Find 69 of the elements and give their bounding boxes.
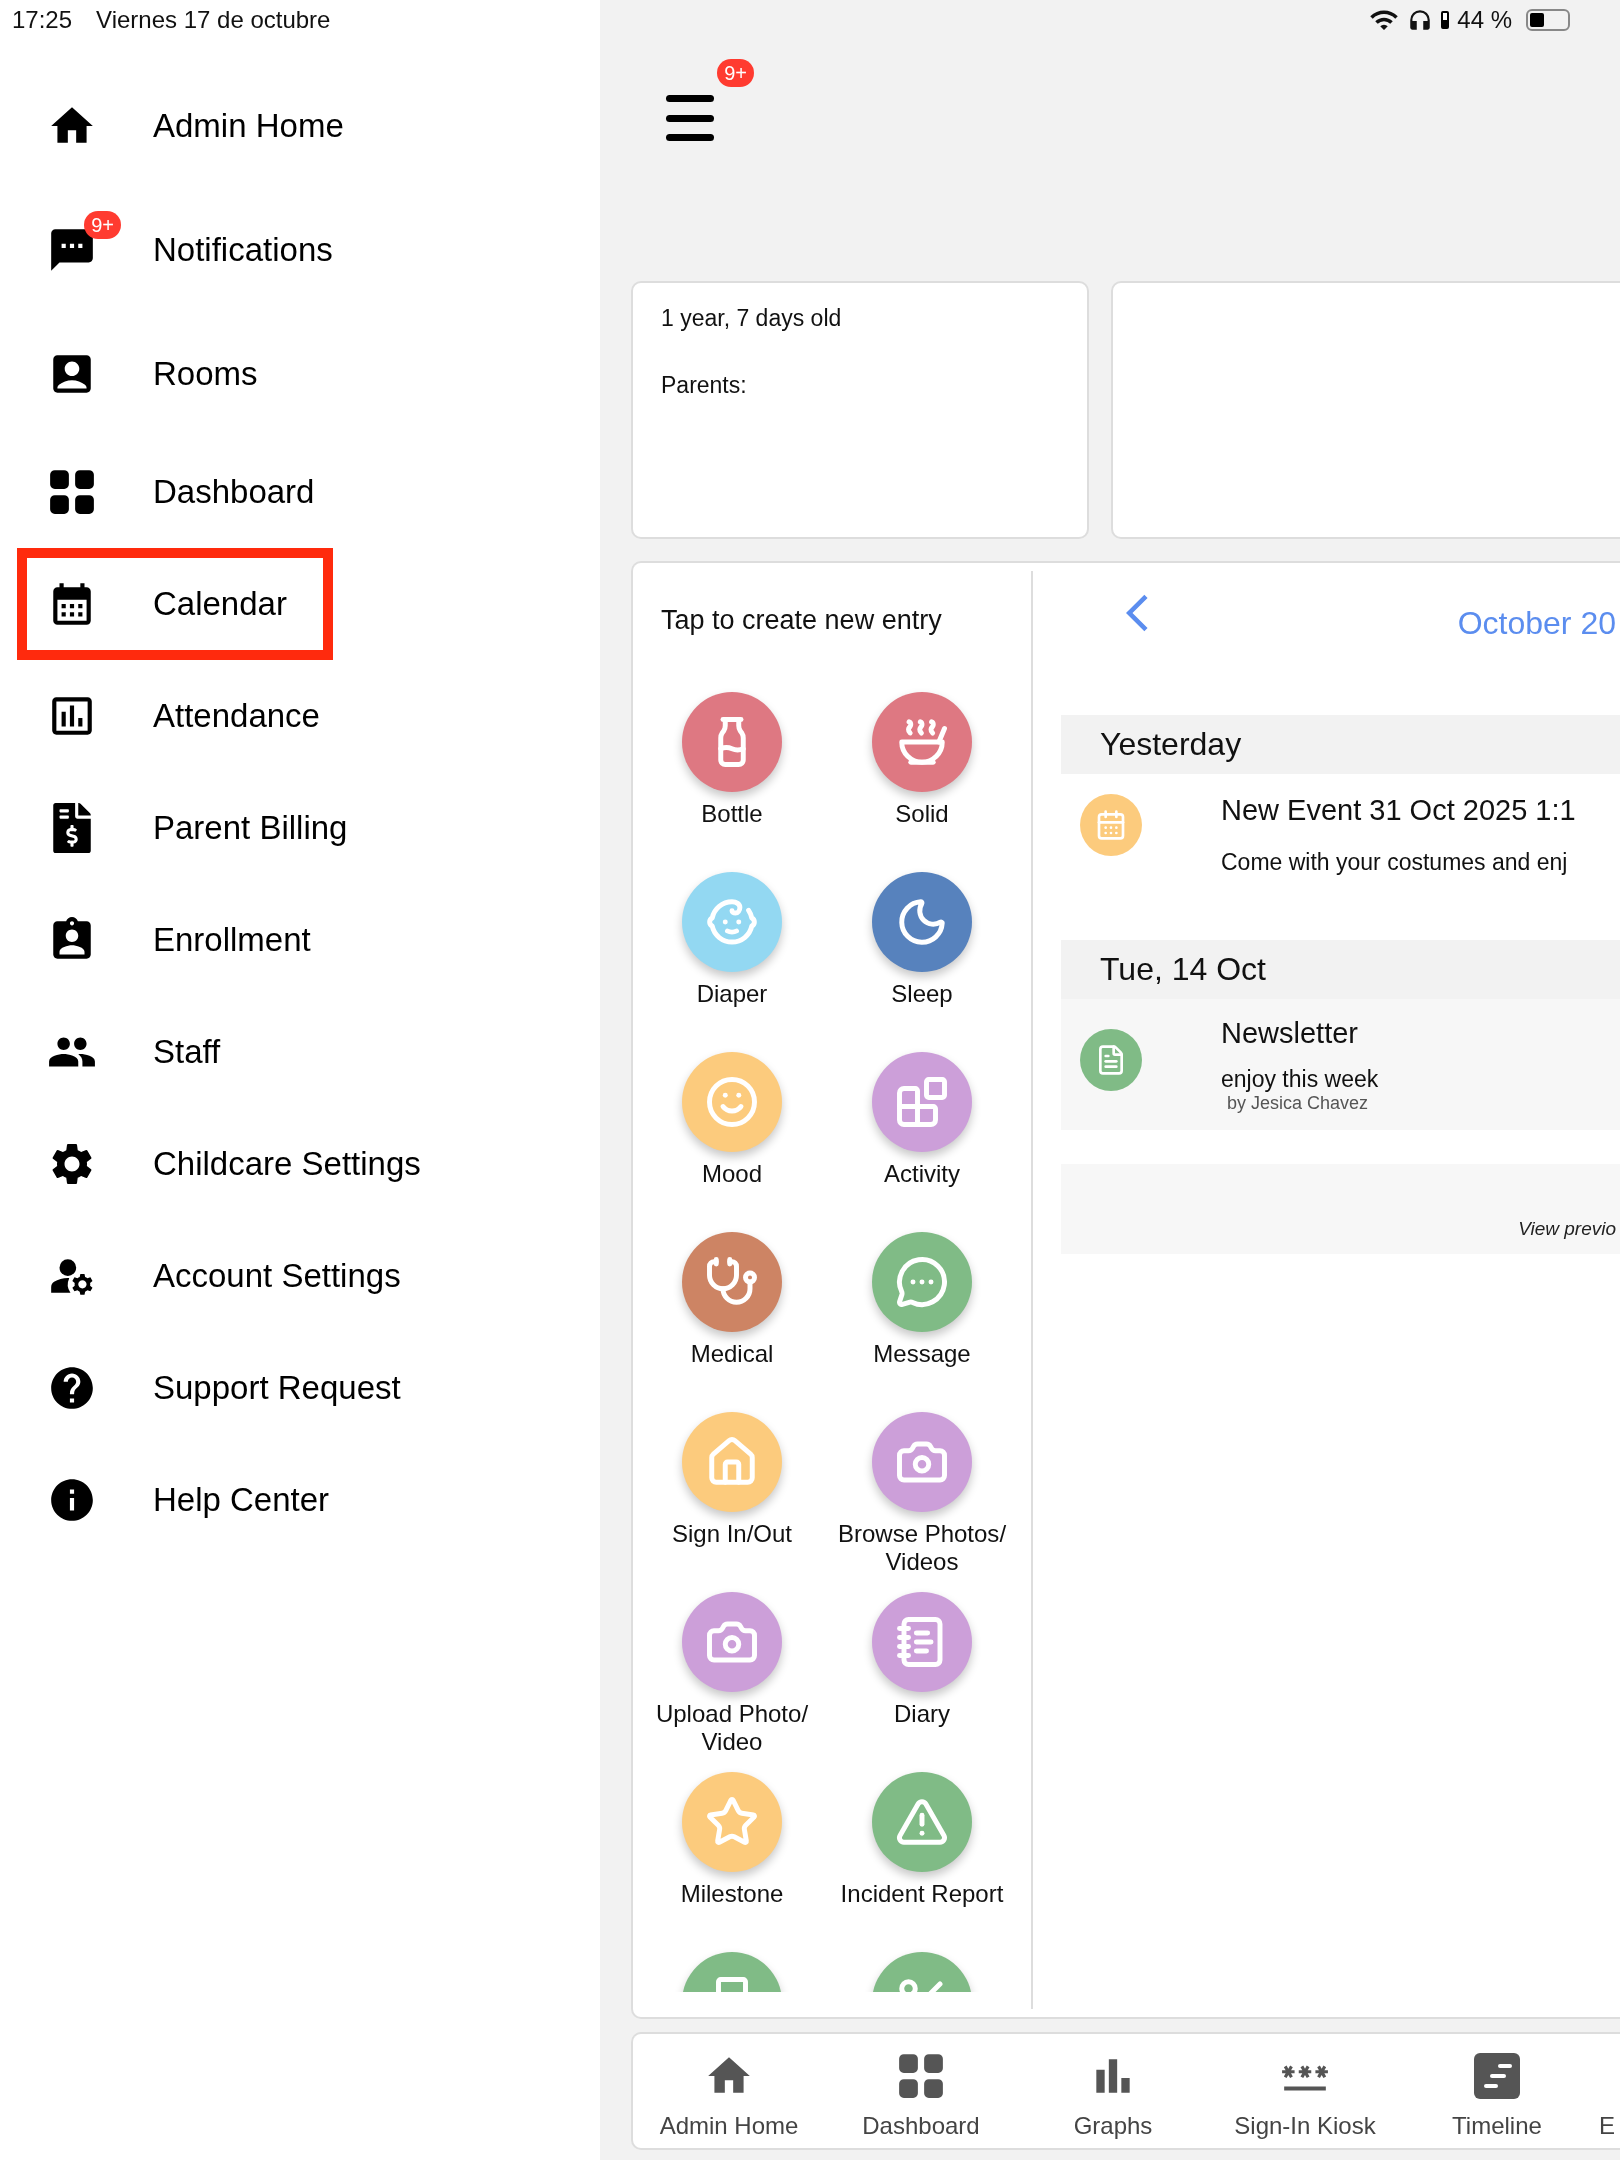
sidebar-label: Dashboard: [153, 473, 315, 511]
battery-percent: 44 %: [1457, 6, 1512, 34]
sidebar-item[interactable]: Account Settings: [17, 1220, 431, 1332]
entry-title: Newsletter: [1221, 1017, 1359, 1050]
sidebar-item[interactable]: Staff: [17, 996, 333, 1108]
sidebar-label: Enrollment: [153, 921, 311, 959]
month-title: October 20: [1457, 604, 1617, 642]
entry-tile[interactable]: Activity: [827, 1047, 1017, 1227]
entry-tile[interactable]: Sign In/Out: [637, 1407, 827, 1587]
entry-tile[interactable]: Diary: [827, 1587, 1017, 1767]
sidebar-label: Parent Billing: [153, 809, 348, 847]
sidebar-item[interactable]: Parent Billing: [17, 772, 378, 884]
battery-small-icon: [1441, 11, 1450, 29]
sidebar-label: Notifications: [153, 231, 333, 269]
sidebar-item[interactable]: Calendar: [17, 548, 333, 660]
sidebar-label: Calendar: [153, 585, 287, 623]
sidebar-item[interactable]: Dashboard: [17, 436, 345, 548]
entry-tile[interactable]: Incident Report: [827, 1767, 1017, 1947]
notification-badge: 9+: [717, 59, 754, 87]
sidebar-label: Childcare Settings: [153, 1145, 421, 1183]
entry-tile[interactable]: Milestone: [637, 1767, 827, 1947]
entry-author: by Jesica Chavez: [1227, 1093, 1370, 1114]
sidebar-label: Staff: [153, 1033, 221, 1071]
sidebar-item[interactable]: 9+ Notifications: [17, 188, 363, 312]
entry-text: enjoy this week: [1221, 1066, 1379, 1093]
tab-bar-item[interactable]: Sign-In Kiosk: [1209, 2034, 1401, 2148]
tab-bar-item[interactable]: Dashboard: [825, 2034, 1017, 2148]
entry-title: New Event 31 Oct 2025 1:1: [1221, 794, 1576, 827]
tab-bar-item[interactable]: E: [1593, 2034, 1620, 2148]
entry-tile[interactable]: Bottle: [637, 687, 827, 867]
status-time: 17:25: [12, 6, 73, 34]
sidebar-item[interactable]: Attendance: [17, 660, 350, 772]
sidebar-item[interactable]: Childcare Settings: [17, 1108, 451, 1220]
grid-icon: [896, 2051, 946, 2101]
status-date: Viernes 17 de octubre: [96, 6, 331, 34]
entries-title: Tap to create new entry: [661, 605, 942, 635]
notification-badge: 9+: [84, 211, 121, 239]
tab-bar-item[interactable]: Timeline: [1401, 2034, 1593, 2148]
entry-tile[interactable]: Mood: [637, 1047, 827, 1227]
sidebar-item[interactable]: Admin Home: [17, 64, 374, 188]
section-heading: Yesterday: [1061, 715, 1620, 774]
entry-tile[interactable]: Diaper: [637, 867, 827, 1047]
entry-tile[interactable]: Browse Photos/Videos: [827, 1407, 1017, 1587]
sidebar-label: Attendance: [153, 697, 320, 735]
sidebar-label: Rooms: [153, 355, 258, 393]
tab-bar-item[interactable]: Graphs: [1017, 2034, 1209, 2148]
tab-bar-item[interactable]: Admin Home: [633, 2034, 825, 2148]
entry-tile[interactable]: Medical: [637, 1227, 827, 1407]
timeline-entry[interactable]: Newsletter enjoy this week by Jesica Chavez: [1061, 999, 1620, 1130]
sidebar-item[interactable]: Rooms: [17, 312, 333, 436]
battery-icon: [1526, 9, 1570, 31]
entry-text: Come with your costumes and enj: [1221, 849, 1569, 876]
sidebar-item[interactable]: Support Request: [17, 1332, 431, 1444]
view-previous-link[interactable]: View previo: [1518, 1218, 1616, 1240]
timeline-icon: [1472, 2051, 1522, 2101]
section-heading: Tue, 14 Oct: [1061, 940, 1620, 999]
entry-tile[interactable]: Upload Photo/Video: [637, 1587, 827, 1767]
sidebar-item[interactable]: Help Center: [17, 1444, 360, 1556]
entry-tile[interactable]: Sleep: [827, 867, 1017, 1047]
entry-tile[interactable]: Solid: [827, 687, 1017, 867]
sidebar-label: Support Request: [153, 1369, 401, 1407]
sidebar-item[interactable]: Enrollment: [17, 884, 341, 996]
grid-icon: [47, 467, 97, 517]
parents-label: Parents:: [661, 372, 748, 399]
sidebar-label: Admin Home: [153, 107, 344, 145]
sidebar-label: Help Center: [153, 1481, 330, 1519]
age-text: 1 year, 7 days old: [661, 305, 843, 332]
sidebar-label: Account Settings: [153, 1257, 401, 1295]
entry-tile[interactable]: Message: [827, 1227, 1017, 1407]
